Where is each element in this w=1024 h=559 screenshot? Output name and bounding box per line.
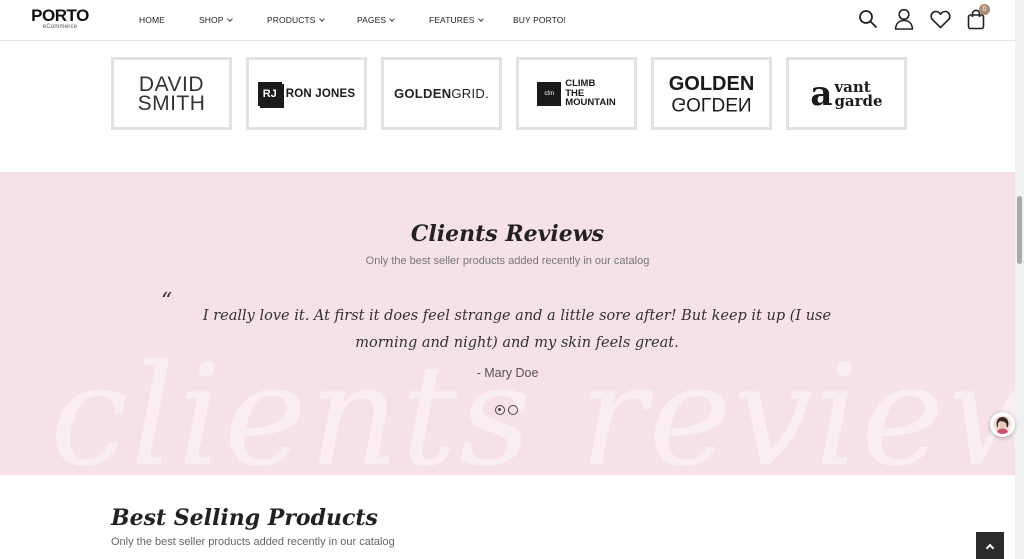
chevron-down-icon — [477, 15, 484, 22]
review-author: - Mary Doe — [476, 366, 539, 380]
nav-item-products[interactable]: PRODUCTS — [267, 15, 357, 25]
header-icons: 0 — [858, 3, 990, 30]
nav-item-label: BUY PORTO! — [513, 15, 566, 25]
scrollbar-thumb[interactable] — [1017, 196, 1022, 264]
nav-item-label: HOME — [139, 15, 165, 25]
brand-logo-goldengrid[interactable]: GOLDENGRID. — [381, 57, 502, 130]
nav-item-home[interactable]: HOME — [139, 15, 199, 25]
nav-item-label: SHOP — [199, 15, 224, 25]
carousel-dot-2[interactable] — [508, 405, 518, 415]
avatar-icon — [993, 415, 1012, 434]
brand-logo-top: GOLDEN — [668, 72, 755, 95]
carousel-dot-1[interactable] — [495, 405, 505, 415]
nav-item-label: FEATURES — [429, 15, 475, 25]
brand-logo-golden-golden[interactable]: GOLDEN GOLDEN — [651, 57, 772, 130]
site-header: PORTO eCommerce HOME SHOP PRODUCTS PAGES… — [0, 0, 1015, 41]
chat-avatar-button[interactable] — [990, 412, 1015, 437]
review-quote: I really love it. At first it does feel … — [202, 308, 832, 351]
brand-logo-line: SMITH — [137, 91, 206, 115]
chevron-up-icon — [985, 543, 995, 552]
back-to-top-button[interactable] — [976, 532, 1004, 559]
brand-logos-row: DAVID SMITH RJ RON JONES GOLDENGRID. ctm… — [111, 57, 907, 130]
clients-reviews-section: clients reviews Clients Reviews Only the… — [0, 172, 1015, 475]
brand-mark: ctm — [537, 81, 562, 106]
chevron-down-icon — [389, 15, 396, 22]
brand-logo-text: RON JONES — [285, 87, 356, 100]
best-selling-title: Best Selling Products — [111, 505, 378, 531]
nav-item-features[interactable]: FEATURES — [429, 15, 513, 25]
reviews-subtitle: Only the best seller products added rece… — [365, 255, 650, 267]
carousel-dots — [495, 405, 518, 415]
brand-logo-avant-garde[interactable]: a vant garde — [786, 57, 907, 130]
heart-icon[interactable] — [930, 10, 951, 29]
chevron-down-icon — [226, 15, 233, 22]
cart-button[interactable]: 0 — [967, 3, 990, 30]
nav-item-pages[interactable]: PAGES — [357, 15, 429, 25]
brand-logo-ron-jones[interactable]: RJ RON JONES — [246, 57, 367, 130]
brand-mark: a — [810, 73, 833, 114]
brand-logo-text-bold: GOLDEN — [393, 86, 452, 101]
brand-logo-text-light: GRID. — [451, 86, 490, 101]
nav-item-label: PRODUCTS — [267, 15, 316, 25]
nav-item-buy-porto[interactable]: BUY PORTO! — [513, 15, 583, 25]
main-nav: HOME SHOP PRODUCTS PAGES FEATURES BUY PO… — [139, 0, 583, 40]
brand-mark: RJ — [257, 81, 282, 106]
brand-logo-bottom: GOLDEN — [671, 92, 752, 114]
cart-count-badge: 0 — [979, 3, 990, 15]
reviews-title: Clients Reviews — [410, 221, 605, 247]
page-scrollbar[interactable] — [1015, 0, 1024, 559]
brand-logo-david-smith[interactable]: DAVID SMITH — [111, 57, 232, 130]
best-selling-subtitle: Only the best seller products added rece… — [111, 536, 395, 548]
search-icon[interactable] — [858, 9, 878, 29]
brand-logo-climb-the-mountain[interactable]: ctm CLIMB THE MOUNTAIN — [516, 57, 637, 130]
site-logo[interactable]: PORTO eCommerce — [30, 7, 90, 31]
logo-sub-text: eCommerce — [42, 24, 78, 30]
brand-logo-line: DAVID — [138, 72, 205, 96]
nav-item-label: PAGES — [357, 15, 387, 25]
brand-logo-line: garde — [834, 91, 883, 110]
chevron-down-icon — [318, 15, 325, 22]
logo-main-text: PORTO — [31, 6, 89, 25]
user-icon[interactable] — [894, 8, 914, 30]
nav-item-shop[interactable]: SHOP — [199, 15, 267, 25]
brand-logo-line: MOUNTAIN — [565, 97, 616, 109]
